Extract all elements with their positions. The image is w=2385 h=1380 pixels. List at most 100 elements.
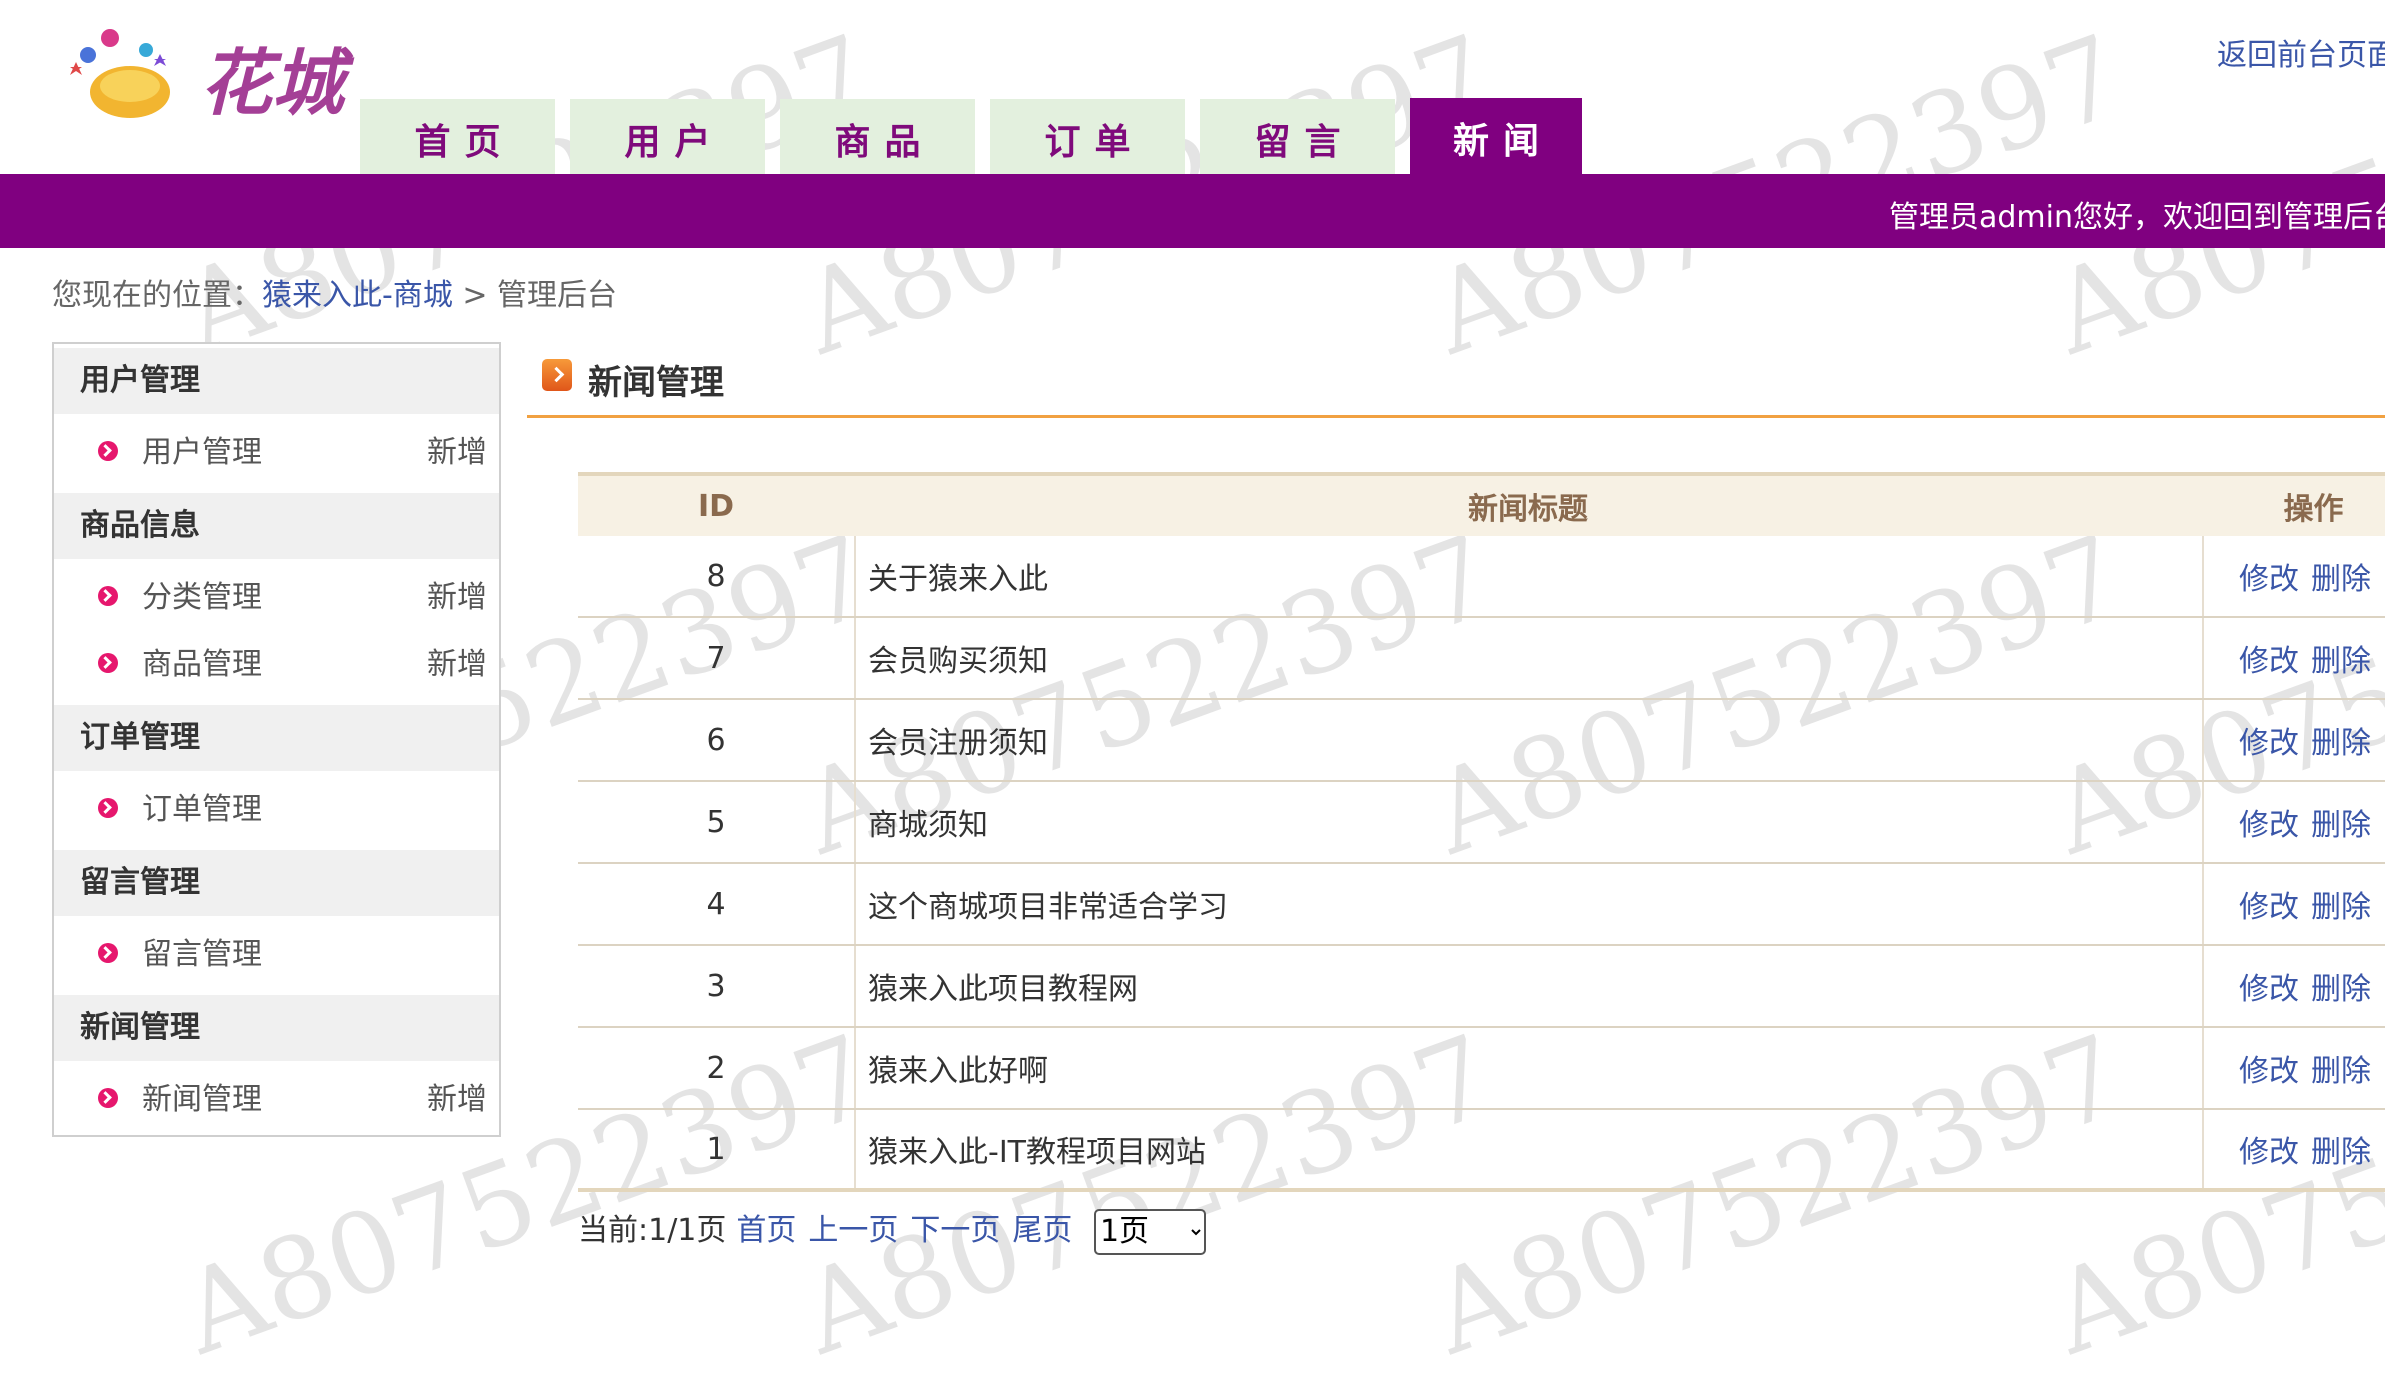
column-header-title: 新闻标题 <box>1468 492 1588 527</box>
table-row: 7 会员购买须知 修改 删除 <box>578 618 2385 700</box>
arrow-bullet-icon <box>98 441 118 461</box>
row-id: 3 <box>706 968 726 1004</box>
row-id: 7 <box>706 640 726 676</box>
sidebar-group-title: 订单管理 <box>54 705 499 771</box>
delete-link[interactable]: 删除 <box>2311 1127 2371 1171</box>
row-title: 这个商城项目非常适合学习 <box>854 864 2202 944</box>
sidebar-item-label: 留言管理 <box>142 937 262 972</box>
page-select[interactable]: 1页 <box>1093 1208 1206 1255</box>
breadcrumb-current: 管理后台 <box>497 278 618 313</box>
row-id: 2 <box>706 1050 726 1086</box>
column-header-actions: 操作 <box>2283 492 2344 527</box>
add-news-link[interactable]: 新增 <box>427 1067 487 1133</box>
last-page-link[interactable]: 尾页 <box>1012 1213 1072 1248</box>
add-user-link[interactable]: 新增 <box>427 420 487 486</box>
welcome-message: 管理员admin您好，欢迎回到管理后台 <box>1889 200 2385 235</box>
breadcrumb: 您现在的位置：猿来入此-商城 > 管理后台 <box>52 270 617 314</box>
breadcrumb-prefix: 您现在的位置： <box>52 278 262 313</box>
arrow-bullet-icon <box>98 798 118 818</box>
sidebar-item-product-management[interactable]: 商品管理 新增 <box>54 632 499 698</box>
delete-link[interactable]: 删除 <box>2311 964 2371 1008</box>
edit-link[interactable]: 修改 <box>2239 800 2299 844</box>
arrow-box-icon <box>542 359 572 391</box>
tab-news[interactable]: 新闻 <box>1410 98 1582 174</box>
table-row: 3 猿来入此项目教程网 修改 删除 <box>578 946 2385 1028</box>
row-title: 会员购买须知 <box>854 618 2202 698</box>
table-row: 5 商城须知 修改 删除 <box>578 782 2385 864</box>
delete-link[interactable]: 删除 <box>2311 1046 2371 1090</box>
row-actions: 修改 删除 <box>2202 864 2385 944</box>
row-actions: 修改 删除 <box>2202 1110 2385 1188</box>
delete-link[interactable]: 删除 <box>2311 718 2371 762</box>
edit-link[interactable]: 修改 <box>2239 554 2299 598</box>
sidebar-item-label: 订单管理 <box>142 792 262 827</box>
sidebar-item-label: 商品管理 <box>142 647 262 682</box>
sidebar-group-title: 用户管理 <box>54 348 499 414</box>
prev-page-link[interactable]: 上一页 <box>808 1213 898 1248</box>
table-row: 2 猿来入此好啊 修改 删除 <box>578 1028 2385 1110</box>
title-divider <box>527 415 2385 418</box>
row-title: 关于猿来入此 <box>854 536 2202 616</box>
arrow-bullet-icon <box>98 1088 118 1108</box>
row-id: 5 <box>706 804 726 840</box>
sidebar-item-order-management[interactable]: 订单管理 <box>54 777 499 843</box>
sidebar-item-label: 新闻管理 <box>142 1082 262 1117</box>
sidebar-group-title: 留言管理 <box>54 850 499 916</box>
site-logo[interactable]: 花城 <box>50 20 355 135</box>
next-page-link[interactable]: 下一页 <box>910 1213 1000 1248</box>
row-actions: 修改 删除 <box>2202 536 2385 616</box>
edit-link[interactable]: 修改 <box>2239 636 2299 680</box>
edit-link[interactable]: 修改 <box>2239 718 2299 762</box>
edit-link[interactable]: 修改 <box>2239 882 2299 926</box>
row-actions: 修改 删除 <box>2202 782 2385 862</box>
row-id: 4 <box>706 886 726 922</box>
add-product-link[interactable]: 新增 <box>427 632 487 698</box>
sidebar: 用户管理 用户管理 新增 商品信息 分类管理 新增 商品管理 新增 订单管理 订… <box>52 342 501 1137</box>
sidebar-group-title: 新闻管理 <box>54 995 499 1061</box>
logo-icon: 花城 <box>70 29 355 125</box>
row-title: 猿来入此项目教程网 <box>854 946 2202 1026</box>
delete-link[interactable]: 删除 <box>2311 882 2371 926</box>
sidebar-item-label: 分类管理 <box>142 580 262 615</box>
tab-users[interactable]: 用户 <box>570 99 765 174</box>
table-row: 6 会员注册须知 修改 删除 <box>578 700 2385 782</box>
header-band: 管理员admin您好，欢迎回到管理后台 <box>0 174 2385 248</box>
sidebar-item-label: 用户管理 <box>142 435 262 470</box>
arrow-bullet-icon <box>98 653 118 673</box>
tab-home[interactable]: 首页 <box>360 99 555 174</box>
table-row: 4 这个商城项目非常适合学习 修改 删除 <box>578 864 2385 946</box>
first-page-link[interactable]: 首页 <box>736 1213 796 1248</box>
row-title: 会员注册须知 <box>854 700 2202 780</box>
edit-link[interactable]: 修改 <box>2239 1046 2299 1090</box>
sidebar-item-message-management[interactable]: 留言管理 <box>54 922 499 988</box>
sidebar-item-category-management[interactable]: 分类管理 新增 <box>54 565 499 631</box>
edit-link[interactable]: 修改 <box>2239 964 2299 1008</box>
page-title: 新闻管理 <box>588 363 724 403</box>
table-header: ID 新闻标题 操作 <box>578 472 2385 536</box>
delete-link[interactable]: 删除 <box>2311 800 2371 844</box>
row-id: 8 <box>706 558 726 594</box>
svg-text:花城: 花城 <box>200 40 355 125</box>
arrow-bullet-icon <box>98 943 118 963</box>
table-row: 8 关于猿来入此 修改 删除 <box>578 536 2385 618</box>
sidebar-group-title: 商品信息 <box>54 493 499 559</box>
sidebar-item-user-management[interactable]: 用户管理 新增 <box>54 420 499 486</box>
row-actions: 修改 删除 <box>2202 700 2385 780</box>
tab-messages[interactable]: 留言 <box>1200 99 1395 174</box>
row-id: 6 <box>706 722 726 758</box>
pagination: 当前:1/1页 首页 上一页 下一页 尾页 1页 <box>578 1205 1206 1255</box>
return-frontend-link[interactable]: 返回前台页面 <box>2217 30 2385 74</box>
row-actions: 修改 删除 <box>2202 1028 2385 1108</box>
delete-link[interactable]: 删除 <box>2311 554 2371 598</box>
delete-link[interactable]: 删除 <box>2311 636 2371 680</box>
add-category-link[interactable]: 新增 <box>427 565 487 631</box>
tab-products[interactable]: 商品 <box>780 99 975 174</box>
row-id: 1 <box>706 1131 726 1167</box>
breadcrumb-site-link[interactable]: 猿来入此-商城 <box>262 278 453 313</box>
tab-orders[interactable]: 订单 <box>990 99 1185 174</box>
edit-link[interactable]: 修改 <box>2239 1127 2299 1171</box>
page-status: 当前:1/1页 <box>578 1213 727 1248</box>
row-title: 猿来入此-IT教程项目网站 <box>854 1110 2202 1188</box>
breadcrumb-separator: > <box>452 278 498 313</box>
sidebar-item-news-management[interactable]: 新闻管理 新增 <box>54 1067 499 1133</box>
